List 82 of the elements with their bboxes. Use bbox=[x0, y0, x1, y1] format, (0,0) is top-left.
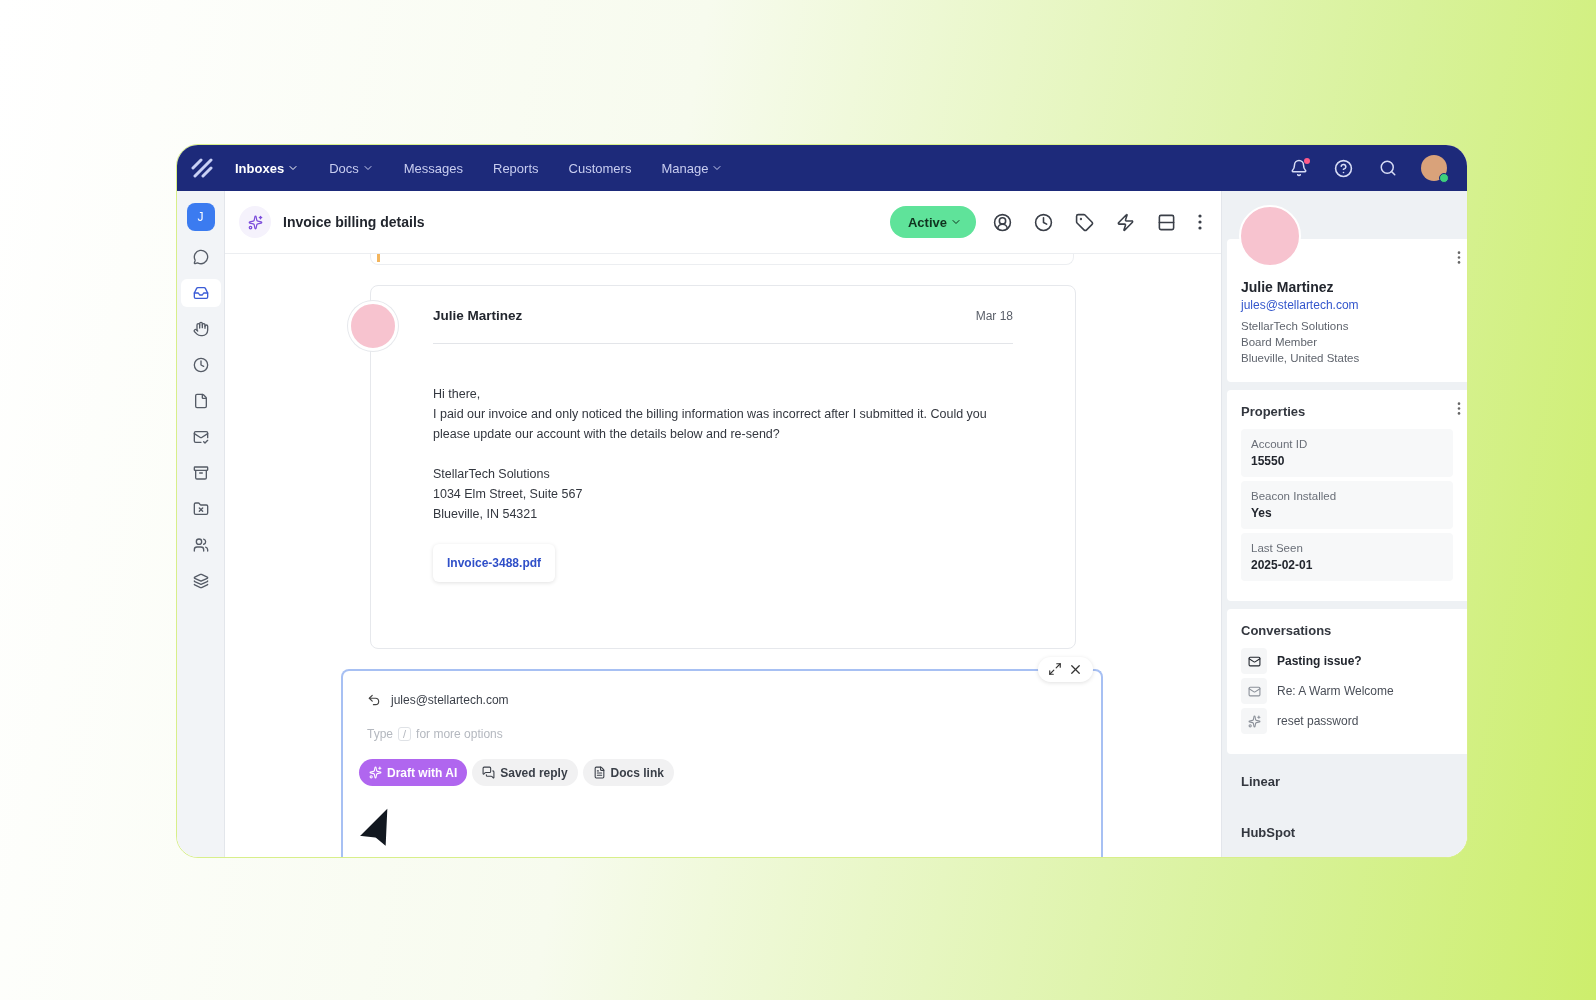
rail-button[interactable] bbox=[180, 279, 221, 307]
composer-action-button[interactable]: Saved reply bbox=[472, 759, 578, 786]
document-icon bbox=[592, 766, 606, 779]
customer-detail: StellarTech Solutions bbox=[1241, 319, 1350, 334]
conversation-link[interactable]: reset password bbox=[1241, 708, 1453, 734]
user-circle-icon bbox=[993, 212, 1012, 232]
notifications-button[interactable] bbox=[1290, 159, 1308, 177]
lightning-icon bbox=[1116, 212, 1135, 232]
nav-link[interactable]: Customers bbox=[568, 160, 632, 176]
user-avatar[interactable] bbox=[1421, 155, 1447, 181]
sender-avatar bbox=[348, 301, 398, 351]
more-button[interactable] bbox=[1457, 251, 1461, 264]
tag-icon bbox=[1075, 212, 1094, 232]
sender-name: Julie Martinez bbox=[433, 308, 523, 323]
sparkle-icon bbox=[239, 206, 271, 238]
rows-icon bbox=[1157, 212, 1176, 232]
customer-detail: Blueville, United States bbox=[1241, 351, 1361, 366]
workspace-initial[interactable]: J bbox=[186, 203, 215, 231]
mail-icon bbox=[1241, 648, 1267, 674]
more-button[interactable] bbox=[1457, 402, 1461, 415]
close-button[interactable] bbox=[1068, 662, 1083, 677]
folder-icon bbox=[192, 501, 209, 517]
reply-composer[interactable]: jules@stellartech.com Type / for more options Draft with AI Saved reply Docs link bbox=[341, 669, 1103, 857]
nav-link[interactable]: Messages bbox=[403, 160, 463, 176]
search-button[interactable] bbox=[1379, 159, 1397, 177]
reply-icon bbox=[367, 693, 381, 707]
expand-button[interactable] bbox=[1048, 662, 1062, 677]
message-date: Mar 18 bbox=[975, 308, 1013, 323]
message-signature: StellarTech Solutions 1034 Elm Street, Suite 567 Blueville, IN 54321 bbox=[433, 466, 584, 523]
nav-link[interactable]: Manage bbox=[661, 160, 724, 176]
attachment-link[interactable]: Invoice-3488.pdf bbox=[433, 544, 556, 582]
property-label: Last Seen bbox=[1251, 542, 1304, 554]
integration-section-button[interactable]: Linear bbox=[1222, 762, 1467, 805]
sparkle-icon bbox=[1241, 708, 1267, 734]
bell-icon bbox=[1290, 159, 1308, 177]
customer-email-link[interactable]: jules@stellartech.com bbox=[1241, 298, 1453, 312]
file-icon bbox=[192, 393, 209, 409]
shortcut-key: / bbox=[398, 727, 412, 741]
composer-action-button[interactable]: Draft with AI bbox=[359, 759, 468, 786]
property-value: 15550 bbox=[1251, 454, 1286, 468]
conversation-link[interactable]: Pasting issue? bbox=[1241, 648, 1453, 674]
more-icon bbox=[1457, 402, 1461, 415]
chat-bubbles-icon bbox=[482, 766, 496, 779]
logo-icon[interactable] bbox=[191, 158, 213, 178]
clock-icon bbox=[192, 357, 209, 373]
recipient-email: jules@stellartech.com bbox=[391, 693, 509, 707]
property-label: Beacon Installed bbox=[1251, 490, 1338, 502]
property-value: Yes bbox=[1251, 506, 1273, 520]
integration-section-button[interactable]: HubSpot bbox=[1222, 813, 1467, 856]
more-icon bbox=[1457, 251, 1461, 264]
more-icon bbox=[1198, 214, 1202, 230]
status-button[interactable]: Active bbox=[889, 206, 976, 238]
conversation-title: Invoice billing details bbox=[283, 214, 426, 230]
nav-link[interactable]: Inboxes bbox=[235, 160, 300, 176]
property-value: 2025-02-01 bbox=[1251, 558, 1314, 572]
users-icon bbox=[192, 537, 209, 553]
section-title: Conversations bbox=[1241, 623, 1333, 638]
archive-icon bbox=[192, 465, 209, 481]
composer-action-button[interactable]: Docs link bbox=[582, 759, 674, 786]
customer-name: Julie Martinez bbox=[1241, 279, 1335, 295]
close-icon bbox=[1068, 662, 1083, 677]
mail-icon bbox=[1241, 678, 1267, 704]
clock-icon bbox=[1034, 212, 1053, 232]
message-body: Hi there, I paid our invoice and only noticed the billing information was incorrect after I submitted it. Could you please update our account with the details below and re-send? bbox=[433, 386, 988, 443]
placeholder-text: for more options bbox=[416, 727, 503, 741]
sparkle-icon bbox=[369, 766, 382, 779]
help-button[interactable] bbox=[1334, 158, 1353, 178]
expand-icon bbox=[1048, 662, 1062, 676]
placeholder-text: Type bbox=[367, 727, 393, 741]
section-title: Properties bbox=[1241, 404, 1307, 419]
chat-bubble-icon bbox=[192, 249, 209, 265]
customer-detail: Board Member bbox=[1241, 335, 1319, 350]
property-label: Account ID bbox=[1251, 438, 1309, 450]
mail-check-icon bbox=[192, 429, 209, 445]
conversation-link[interactable]: Re: A Warm Welcome bbox=[1241, 678, 1453, 704]
nav-link[interactable]: Reports bbox=[493, 160, 539, 176]
nav-link[interactable]: Docs bbox=[329, 160, 374, 176]
help-icon bbox=[1334, 158, 1353, 178]
hand-icon bbox=[192, 321, 209, 337]
layers-icon bbox=[192, 573, 209, 589]
search-icon bbox=[1379, 159, 1397, 177]
inbox-icon bbox=[192, 285, 209, 301]
